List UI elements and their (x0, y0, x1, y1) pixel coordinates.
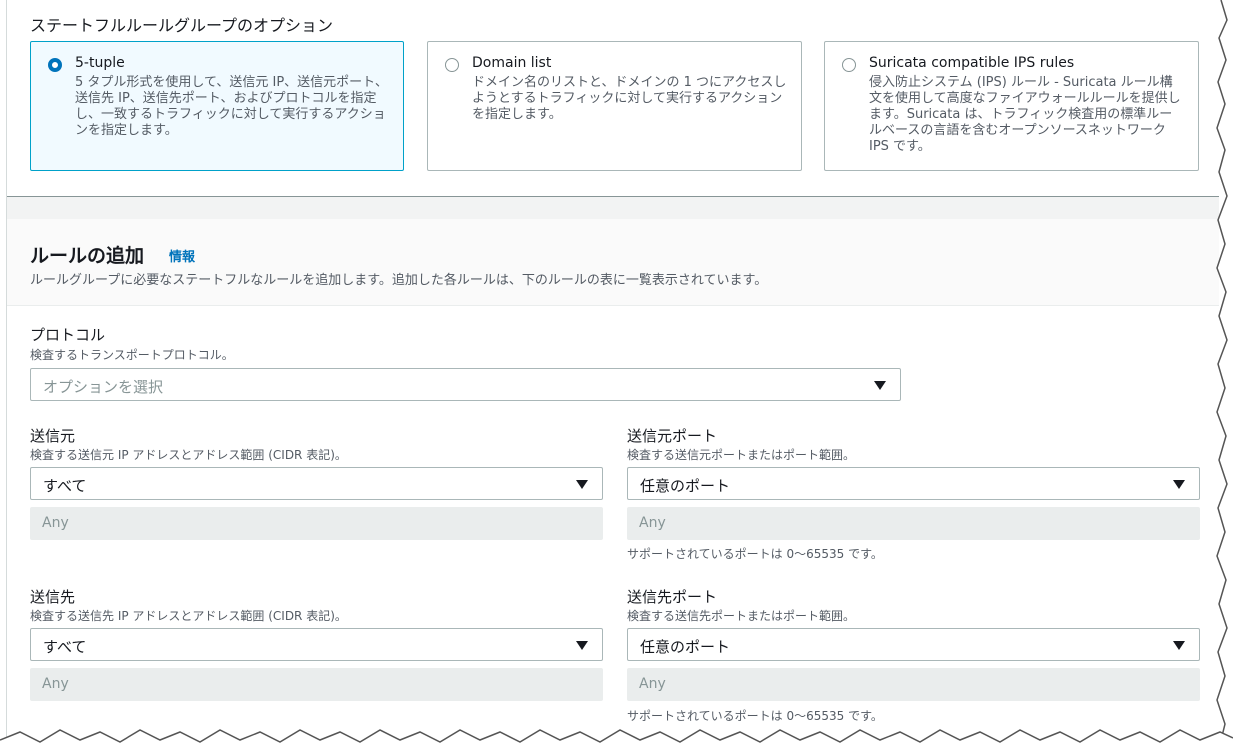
option-desc-domain-list: ドメイン名のリストと、ドメインの 1 つにアクセスしようとするトラフィックに対し… (472, 75, 787, 122)
source-port-hint: サポートされているポートは 0～65535 です。 (627, 547, 883, 561)
protocol-select[interactable]: オプションを選択 (30, 368, 901, 401)
caret-down-icon (576, 480, 588, 489)
destination-port-select-value: 任意のポート (640, 638, 731, 656)
protocol-description: 検査するトランスポートプロトコル。 (30, 348, 234, 362)
add-rule-description: ルールグループに必要なステートフルなルールを追加します。追加した各ルールは、下の… (30, 273, 768, 288)
section-gap (7, 197, 1219, 219)
destination-label: 送信先 (30, 588, 76, 606)
option-label-domain-list: Domain list (472, 55, 552, 71)
option-card-suricata[interactable]: Suricata compatible IPS rules 侵入防止システム (… (824, 41, 1199, 171)
rule-group-form: ステートフルルールグループのオプション 5-tuple 5 タプル形式を使用して… (6, 0, 1219, 748)
add-rule-title: ルールの追加 (30, 245, 145, 267)
torn-edge-bottom (0, 729, 1233, 748)
caret-down-icon (1173, 480, 1185, 489)
source-input: Any (30, 507, 603, 540)
radio-suricata[interactable] (842, 58, 856, 72)
radio-domain-list[interactable] (445, 58, 459, 72)
destination-description: 検査する送信先 IP アドレスとアドレス範囲 (CIDR 表記)。 (30, 609, 347, 623)
info-link[interactable]: 情報 (169, 246, 195, 265)
caret-down-icon (1173, 641, 1185, 650)
caret-down-icon (874, 381, 886, 390)
stateful-options-section: ステートフルルールグループのオプション 5-tuple 5 タプル形式を使用して… (7, 0, 1219, 196)
option-card-5-tuple[interactable]: 5-tuple 5 タプル形式を使用して、送信元 IP、送信元ポート、送信先 I… (30, 41, 404, 171)
protocol-placeholder: オプションを選択 (43, 378, 164, 396)
destination-port-label: 送信先ポート (627, 588, 718, 606)
source-select[interactable]: すべて (30, 467, 603, 500)
source-port-description: 検査する送信元ポートまたはポート範囲。 (627, 448, 856, 462)
option-label-suricata: Suricata compatible IPS rules (869, 55, 1075, 71)
source-port-select[interactable]: 任意のポート (627, 467, 1200, 500)
destination-port-description: 検査する送信先ポートまたはポート範囲。 (627, 609, 856, 623)
stateful-options-title: ステートフルルールグループのオプション (30, 16, 334, 35)
torn-edge-right (1216, 0, 1233, 748)
destination-port-input: Any (627, 668, 1200, 701)
destination-select[interactable]: すべて (30, 628, 603, 661)
source-label: 送信元 (30, 427, 76, 445)
protocol-label: プロトコル (30, 326, 106, 344)
add-rule-header: ルールの追加 情報 ルールグループに必要なステートフルなルールを追加します。追加… (7, 219, 1219, 306)
destination-port-input-value: Any (639, 676, 666, 692)
option-card-domain-list[interactable]: Domain list ドメイン名のリストと、ドメインの 1 つにアクセスしよう… (427, 41, 802, 171)
source-port-label: 送信元ポート (627, 427, 718, 445)
option-label-5-tuple: 5-tuple (75, 55, 125, 71)
source-select-value: すべて (43, 477, 87, 495)
destination-select-value: すべて (43, 638, 87, 656)
source-input-value: Any (42, 515, 69, 531)
source-description: 検査する送信元 IP アドレスとアドレス範囲 (CIDR 表記)。 (30, 448, 347, 462)
source-port-input-value: Any (639, 515, 666, 531)
destination-input-value: Any (42, 676, 69, 692)
source-port-select-value: 任意のポート (640, 477, 731, 495)
destination-port-select[interactable]: 任意のポート (627, 628, 1200, 661)
destination-input: Any (30, 668, 603, 701)
caret-down-icon (576, 641, 588, 650)
option-desc-suricata: 侵入防止システム (IPS) ルール - Suricata ルール構文を使用して… (869, 75, 1181, 154)
radio-5-tuple[interactable] (48, 58, 62, 72)
source-port-input: Any (627, 507, 1200, 540)
option-desc-5-tuple: 5 タプル形式を使用して、送信元 IP、送信元ポート、送信先 IP、送信先ポート… (75, 75, 388, 138)
